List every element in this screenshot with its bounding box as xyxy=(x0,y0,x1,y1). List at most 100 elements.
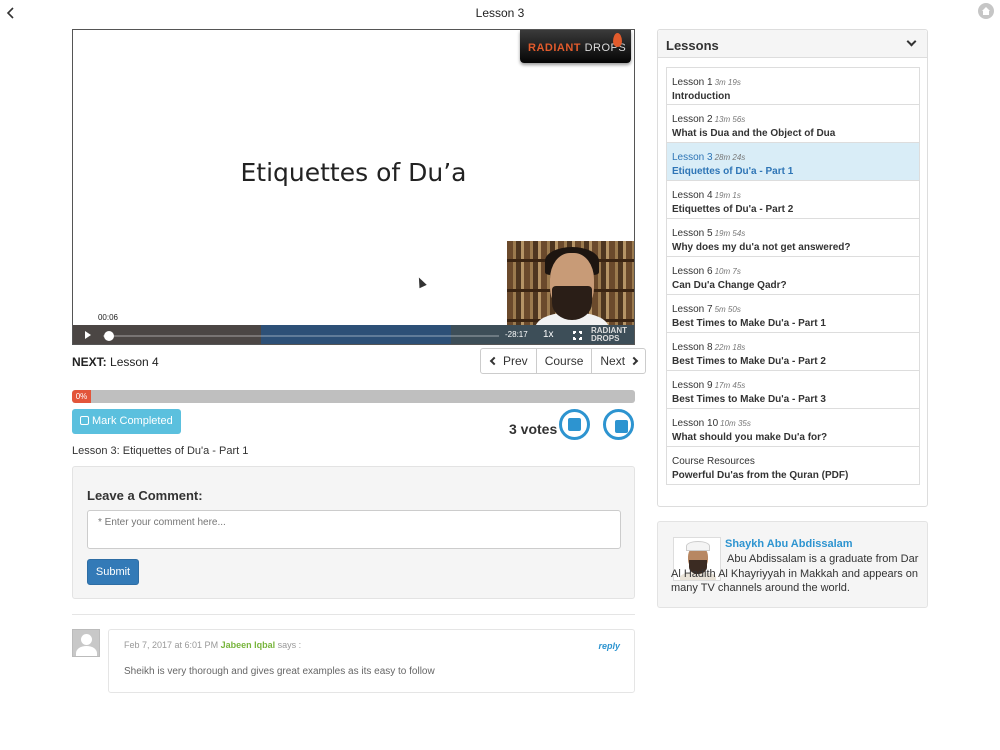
progress-fill: 0% xyxy=(72,390,91,403)
comment-form: Leave a Comment: Submit xyxy=(72,466,635,599)
lesson-title: Introduction xyxy=(672,91,731,102)
lesson-title: Etiquettes of Du'a - Part 2 xyxy=(672,204,794,215)
lesson-number: Lesson 4 xyxy=(672,190,713,201)
comment-text: Sheikh is very thorough and gives great … xyxy=(124,666,435,677)
seek-handle[interactable] xyxy=(104,331,114,341)
lesson-number: Lesson 6 xyxy=(672,266,713,277)
next-label: NEXT: xyxy=(72,355,107,369)
home-icon[interactable] xyxy=(978,3,994,19)
control-logo: RADIANT DROPS xyxy=(591,326,627,343)
lesson-duration: 10m 7s xyxy=(714,267,741,276)
lesson-duration: 3m 19s xyxy=(714,78,741,87)
lesson-number: Lesson 2 xyxy=(672,114,713,125)
brand-primary: RADIANT xyxy=(528,42,581,54)
video-player[interactable]: Etiquettes of Du’a RADIANT DROPS 00:06 -… xyxy=(72,29,635,345)
lesson-caption: Lesson 3: Etiquettes of Du'a - Part 1 xyxy=(72,445,249,457)
lesson-item[interactable]: Lesson 9 17m 45s Best Times to Make Du'a -… xyxy=(666,371,920,409)
chevron-right-icon xyxy=(629,356,639,366)
comment-meta: Feb 7, 2017 at 6:01 PM Jabeen Iqbal says… xyxy=(124,640,301,650)
mouse-cursor-icon xyxy=(415,275,427,289)
lesson-number: Lesson 3 xyxy=(672,152,713,163)
lesson-item[interactable]: Lesson 7 5m 50s Best Times to Make Du'a - … xyxy=(666,295,920,333)
lesson-item[interactable]: Course Resources Powerful Du'as from the … xyxy=(666,447,920,485)
lesson-title: Best Times to Make Du'a - Part 3 xyxy=(672,394,826,405)
author-bio-text: Abu Abdissalam is a graduate from Dar Al… xyxy=(671,553,919,594)
lesson-title: What should you make Du'a for? xyxy=(672,432,828,443)
lesson-list: Lesson 1 3m 19s Introduction Lesson 2 13m 56… xyxy=(666,67,920,485)
next-button[interactable]: Next xyxy=(592,349,645,373)
lesson-title: Etiquettes of Du'a - Part 1 xyxy=(672,166,794,177)
lesson-item[interactable]: Lesson 8 22m 18s Best Times to Make Du'a -… xyxy=(666,333,920,371)
lesson-nav-group: Prev Course Next xyxy=(480,348,647,374)
chevron-left-icon xyxy=(489,356,499,366)
lesson-number: Lesson 10 xyxy=(672,418,719,429)
lesson-number: Lesson 8 xyxy=(672,342,713,353)
lesson-title: Best Times to Make Du'a - Part 1 xyxy=(672,318,826,329)
brand-logo: RADIANT DROPS xyxy=(520,30,631,63)
divider xyxy=(72,614,635,615)
lesson-number: Lesson 5 xyxy=(672,228,713,239)
vote-up-icon[interactable] xyxy=(559,409,590,440)
comment-says: says : xyxy=(277,640,302,650)
chevron-down-icon[interactable] xyxy=(906,36,917,47)
lesson-title: Best Times to Make Du'a - Part 2 xyxy=(672,356,826,367)
lesson-duration: 17m 45s xyxy=(714,381,746,390)
author-panel: Shaykh Abu Abdissalam Abu Abdissalam is … xyxy=(657,521,928,608)
lesson-number: Lesson 9 xyxy=(672,380,713,391)
lessons-panel-header[interactable]: Lessons xyxy=(658,30,927,58)
lessons-panel: Lessons Lesson 1 3m 19s Introduction Lesson… xyxy=(657,29,928,507)
lesson-duration: 28m 24s xyxy=(714,153,746,162)
next-lesson-label: NEXT: Lesson 4 xyxy=(72,355,159,369)
submit-button[interactable]: Submit xyxy=(87,559,139,585)
lesson-item[interactable]: Lesson 2 13m 56s What is Dua and the Objec… xyxy=(666,105,920,143)
lesson-title: Powerful Du'as from the Quran (PDF) xyxy=(672,470,849,481)
prev-button-label: Prev xyxy=(503,354,528,368)
lesson-item[interactable]: Lesson 3 28m 24s Etiquettes of Du'a - Part… xyxy=(666,143,920,181)
next-lesson-value: Lesson 4 xyxy=(110,355,159,369)
lesson-title: What is Dua and the Object of Dua xyxy=(672,128,836,139)
lesson-number: Lesson 1 xyxy=(672,77,713,88)
lesson-duration: 19m 54s xyxy=(714,229,746,238)
avatar xyxy=(72,629,100,657)
lessons-title: Lessons xyxy=(666,38,719,53)
lesson-item[interactable]: Lesson 6 10m 7s Can Du'a Change Qadr? xyxy=(666,257,920,295)
reply-link[interactable]: reply xyxy=(598,641,620,651)
remaining-time: -28:17 xyxy=(505,330,528,339)
lesson-duration: 5m 50s xyxy=(714,305,741,314)
comment-input[interactable] xyxy=(87,510,621,549)
page-title: Lesson 3 xyxy=(475,6,525,20)
fullscreen-icon[interactable] xyxy=(572,330,583,341)
author-name[interactable]: Shaykh Abu Abdissalam xyxy=(725,538,853,550)
lesson-item[interactable]: Lesson 10 10m 35s What should you make Du'… xyxy=(666,409,920,447)
comment-card: Feb 7, 2017 at 6:01 PM Jabeen Iqbal says… xyxy=(108,629,635,693)
next-button-label: Next xyxy=(600,354,626,368)
course-button-label: Course xyxy=(544,354,584,368)
lesson-duration: 22m 18s xyxy=(714,343,746,352)
lesson-title: Can Du'a Change Qadr? xyxy=(672,280,787,291)
video-controls: -28:17 1x RADIANT DROPS xyxy=(73,325,634,344)
seek-bar[interactable] xyxy=(103,335,499,337)
lesson-item[interactable]: Lesson 4 19m 1s Etiquettes of Du'a - Part … xyxy=(666,181,920,219)
course-button[interactable]: Course xyxy=(537,349,593,373)
lesson-duration: 13m 56s xyxy=(714,115,746,124)
lesson-number: Lesson 7 xyxy=(672,304,713,315)
drop-icon xyxy=(613,33,622,47)
thumbs-up-icon xyxy=(80,416,89,425)
mark-completed-label: Mark Completed xyxy=(92,415,173,427)
lesson-duration: 19m 1s xyxy=(714,191,741,200)
current-time: 00:06 xyxy=(97,313,119,322)
slide-title: Etiquettes of Du’a xyxy=(240,158,467,187)
lesson-item[interactable]: Lesson 5 19m 54s Why does my du'a not get … xyxy=(666,219,920,257)
lesson-title: Why does my du'a not get answered? xyxy=(672,242,851,253)
vote-count: 3 votes xyxy=(509,421,558,437)
prev-button[interactable]: Prev xyxy=(481,349,537,373)
play-icon[interactable] xyxy=(85,331,91,339)
vote-down-icon[interactable] xyxy=(603,409,634,440)
lesson-number: Course Resources xyxy=(672,456,755,467)
lesson-duration: 10m 35s xyxy=(720,419,751,428)
mark-completed-button[interactable]: Mark Completed xyxy=(72,409,181,434)
lesson-item[interactable]: Lesson 1 3m 19s Introduction xyxy=(666,67,920,105)
comment-author[interactable]: Jabeen Iqbal xyxy=(221,640,276,650)
playback-speed-button[interactable]: 1x xyxy=(543,329,554,340)
comment-date: Feb 7, 2017 at 6:01 PM xyxy=(124,640,219,650)
